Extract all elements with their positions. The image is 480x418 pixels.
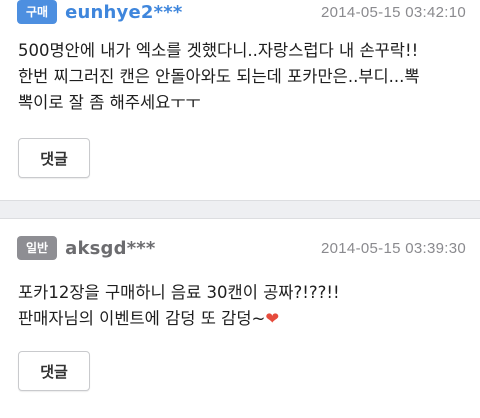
reply-button[interactable]: 댓글 (18, 138, 90, 178)
review-header: 일반 aksgd*** 2014-05-15 03:39:30 (17, 234, 466, 262)
heart-icon: ❤ (265, 309, 280, 328)
review-timestamp: 2014-05-15 03:39:30 (321, 239, 466, 257)
review-text: 500명안에 내가 엑소를 겟했다니..자랑스럽다 내 손꾸락!! 한번 찌그러… (18, 41, 420, 112)
reviewer-username[interactable]: eunhye2*** (65, 2, 182, 23)
reply-button[interactable]: 댓글 (18, 351, 90, 391)
reviewer-username[interactable]: aksgd*** (65, 238, 155, 259)
review-timestamp: 2014-05-15 03:42:10 (321, 3, 466, 21)
general-badge: 일반 (17, 236, 58, 260)
review-divider (0, 200, 480, 219)
purchase-badge: 구매 (17, 0, 58, 24)
review-text-content: 포카12장을 구매하니 음료 30캔이 공짜?!??!! 판매자님의 이벤트에 … (18, 283, 340, 328)
review-text: 포카12장을 구매하니 음료 30캔이 공짜?!??!! 판매자님의 이벤트에 … (18, 280, 466, 332)
review-header: 구매 eunhye2*** 2014-05-15 03:42:10 (17, 0, 466, 26)
